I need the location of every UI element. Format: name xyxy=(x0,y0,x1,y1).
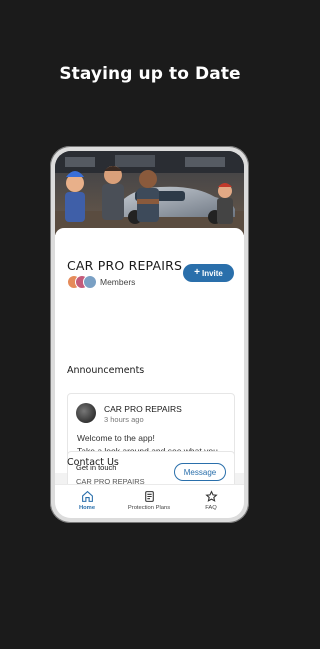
message-button[interactable]: Message xyxy=(174,463,226,481)
bottom-nav: Home Protection Plans FAQ xyxy=(55,484,244,518)
document-icon xyxy=(119,490,179,503)
nav-item-protection-plans[interactable]: Protection Plans xyxy=(119,490,179,511)
members-link[interactable]: Members xyxy=(100,277,135,287)
business-card: CAR PRO REPAIRS Members + Invite Announc… xyxy=(55,228,244,483)
invite-button[interactable]: + Invite xyxy=(183,264,234,282)
post-body-line: Welcome to the app! xyxy=(77,433,155,443)
member-avatars[interactable] xyxy=(67,275,97,289)
nav-label-home: Home xyxy=(78,505,96,511)
contact-title: Contact Us xyxy=(67,457,119,468)
avatar xyxy=(76,403,96,423)
nav-item-home[interactable]: Home xyxy=(57,490,117,511)
plus-icon: + xyxy=(194,267,200,278)
invite-label: Invite xyxy=(201,268,223,278)
home-icon xyxy=(57,490,117,503)
phone-frame: CAR PRO REPAIRS Members + Invite Announc… xyxy=(50,146,249,523)
avatar xyxy=(83,275,97,289)
nav-item-faq[interactable]: FAQ xyxy=(181,490,241,511)
nav-label-faq: FAQ xyxy=(205,505,217,511)
headline: Staying up to Date xyxy=(59,64,241,84)
app-screen: CAR PRO REPAIRS Members + Invite Announc… xyxy=(55,151,244,518)
hero-image xyxy=(55,151,244,235)
business-name: CAR PRO REPAIRS xyxy=(67,258,183,273)
post-time: 3 hours ago xyxy=(104,415,144,424)
announcements-title: Announcements xyxy=(67,365,145,376)
post-author: CAR PRO REPAIRS xyxy=(104,404,182,414)
star-icon xyxy=(181,490,241,503)
nav-label-protection-plans: Protection Plans xyxy=(127,505,171,511)
